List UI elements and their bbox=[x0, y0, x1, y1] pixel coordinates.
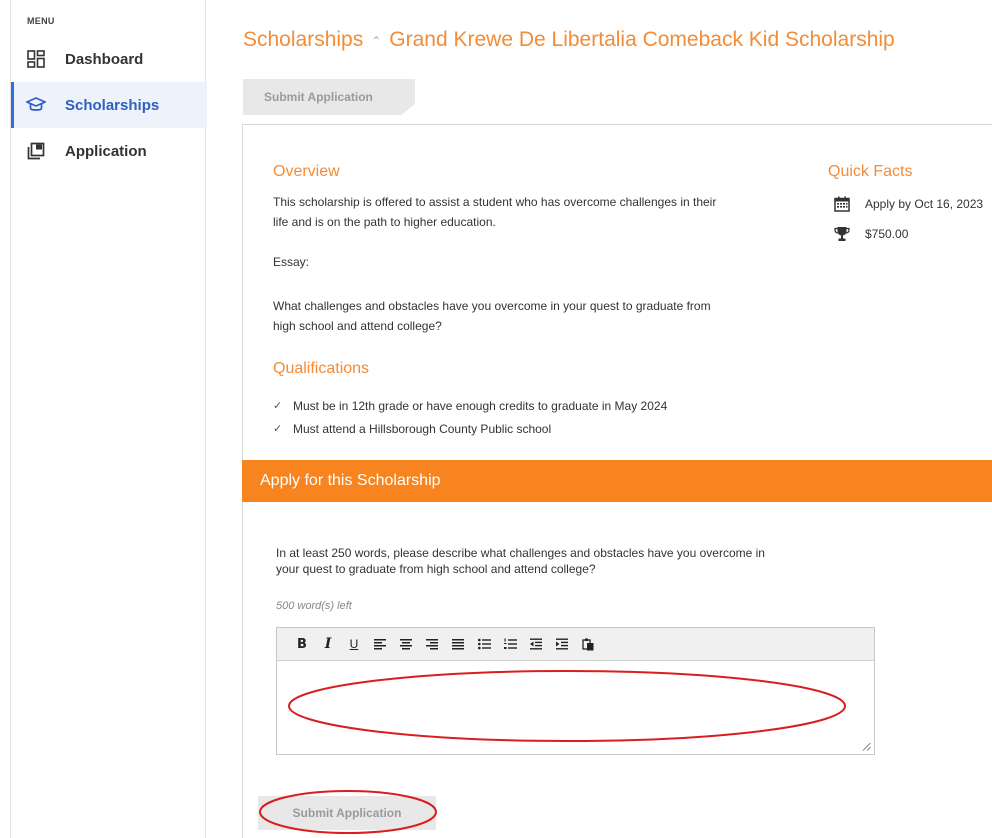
underline-button[interactable]: U bbox=[343, 633, 365, 655]
calendar-icon bbox=[833, 195, 851, 213]
editor-toolbar: B I U bbox=[277, 628, 874, 661]
justify-button[interactable] bbox=[447, 633, 469, 655]
list-item: ✓ Must attend a Hillsborough County Publi… bbox=[273, 421, 552, 436]
align-left-button[interactable] bbox=[369, 633, 391, 655]
sidebar-item-label: Application bbox=[65, 142, 147, 160]
dashboard-grid-icon bbox=[25, 48, 47, 70]
sidebar: MENU Dashboard Scholarships Application bbox=[10, 0, 207, 838]
overview-text-line2: life and is on the path to higher educat… bbox=[273, 215, 496, 229]
overview-title: Overview bbox=[273, 163, 340, 180]
amount-text: $750.00 bbox=[865, 227, 909, 241]
essay-textarea[interactable] bbox=[277, 661, 874, 754]
resize-handle-icon[interactable] bbox=[862, 742, 871, 751]
breadcrumb-parent[interactable]: Scholarships bbox=[243, 28, 363, 51]
page-title: Scholarships ⌃ Grand Krewe De Libertalia C… bbox=[243, 28, 895, 52]
essay-label: Essay: bbox=[273, 255, 310, 269]
breadcrumb-separator-icon: ⌃ bbox=[371, 34, 382, 48]
word-count-remaining: 500 word(s) left bbox=[276, 600, 352, 612]
sidebar-item-dashboard[interactable]: Dashboard bbox=[11, 36, 207, 82]
submit-application-button[interactable]: Submit Application bbox=[258, 796, 436, 830]
sidebar-item-application[interactable]: Application bbox=[11, 128, 207, 174]
list-item: ✓ Must be in 12th grade or have enough cr… bbox=[273, 398, 668, 413]
deadline-text: Apply by Oct 16, 2023 bbox=[865, 197, 984, 211]
align-center-button[interactable] bbox=[395, 633, 417, 655]
amount-fact: $750.00 bbox=[833, 225, 908, 243]
align-right-button[interactable] bbox=[421, 633, 443, 655]
deadline-fact: Apply by Oct 16, 2023 bbox=[833, 195, 992, 213]
essay-prompt-line2: high school and attend college? bbox=[273, 319, 442, 333]
apply-section-header: Apply for this Scholarship bbox=[242, 460, 992, 502]
overview-text-line1: This scholarship is offered to assist a … bbox=[273, 195, 717, 209]
essay-question: In at least 250 words, please describe w… bbox=[276, 546, 765, 576]
application-stack-icon bbox=[25, 140, 47, 162]
numbered-list-button[interactable] bbox=[499, 633, 521, 655]
sidebar-item-label: Scholarships bbox=[65, 96, 160, 114]
qualifications-list: ✓ Must be in 12th grade or have enough cr… bbox=[273, 394, 667, 440]
sidebar-item-label: Dashboard bbox=[65, 50, 144, 68]
essay-prompt-line1: What challenges and obstacles have you o… bbox=[273, 299, 711, 313]
check-icon: ✓ bbox=[273, 400, 283, 412]
paste-icon[interactable] bbox=[577, 633, 599, 655]
check-icon: ✓ bbox=[273, 423, 283, 435]
sidebar-item-scholarships[interactable]: Scholarships bbox=[11, 82, 207, 128]
outdent-button[interactable] bbox=[525, 633, 547, 655]
bullet-list-button[interactable] bbox=[473, 633, 495, 655]
indent-button[interactable] bbox=[551, 633, 573, 655]
essay-editor: B I U bbox=[276, 627, 875, 755]
menu-label: MENU bbox=[27, 16, 55, 26]
italic-button[interactable]: I bbox=[317, 633, 339, 655]
qualifications-title: Qualifications bbox=[273, 360, 370, 377]
breadcrumb-current: Grand Krewe De Libertalia Comeback Kid S… bbox=[389, 28, 895, 51]
submit-application-tab[interactable]: Submit Application bbox=[243, 79, 415, 115]
quick-facts-title: Quick Facts bbox=[828, 163, 913, 180]
bold-button[interactable]: B bbox=[291, 633, 313, 655]
trophy-icon bbox=[833, 225, 851, 243]
graduation-cap-icon bbox=[25, 94, 47, 116]
